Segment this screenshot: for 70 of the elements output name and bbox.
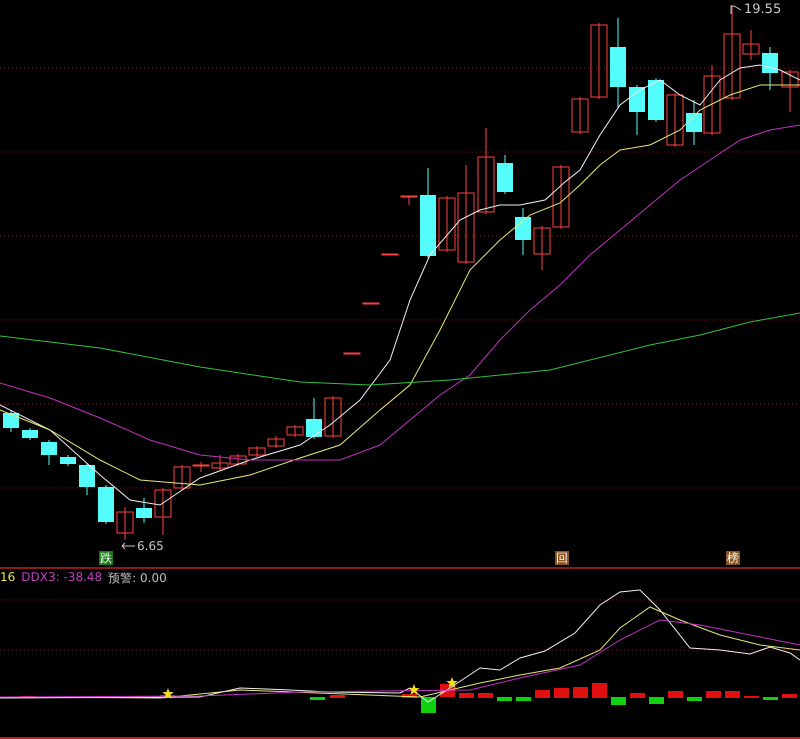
star-icon (408, 684, 420, 695)
candlestick (212, 454, 228, 470)
indicator-bar (402, 694, 417, 698)
candlestick (382, 254, 398, 256)
candlestick (79, 462, 95, 496)
candlestick (230, 454, 246, 466)
signal-marker: 跌 (99, 551, 113, 565)
candlestick (534, 226, 550, 270)
indicator-bar (459, 693, 474, 698)
indicator-bar (478, 693, 493, 698)
indicator-bar (630, 693, 645, 698)
candlestick (497, 154, 513, 194)
candlestick (782, 70, 798, 112)
indicator-bar (782, 694, 797, 698)
candlestick (248, 446, 266, 458)
indicator-readout: 16 (0, 570, 16, 586)
candlestick (136, 498, 152, 524)
indicator-bar (497, 697, 512, 701)
indicator-bar (330, 695, 345, 698)
indicator-readout: DDX3: -38.48 (21, 570, 102, 586)
candlestick (648, 78, 664, 122)
indicator-bar (668, 691, 683, 698)
indicator-bar (706, 691, 721, 698)
signal-marker: 榜 (726, 551, 740, 565)
indicator-readout: 预警: 0.00 (108, 570, 167, 587)
candlestick (324, 396, 342, 438)
indicator-bar (725, 691, 740, 698)
candlestick (400, 196, 418, 206)
candlestick (116, 506, 134, 540)
left-arrow-icon (121, 542, 135, 550)
indicator-bar (687, 697, 702, 701)
candlestick (704, 64, 720, 136)
candlestick (192, 462, 210, 472)
candlestick (362, 302, 380, 304)
indicator-bar (310, 697, 325, 700)
indicator-bar (573, 687, 588, 698)
candlestick (344, 352, 360, 354)
indicator-bar (554, 688, 569, 698)
candlestick (98, 484, 114, 524)
candlestick (268, 436, 284, 448)
candlestick (22, 428, 38, 440)
candlestick (438, 196, 456, 252)
candlestick (41, 440, 57, 466)
low-price-label: 6.65 (137, 539, 164, 553)
candlestick (572, 96, 588, 134)
indicator-bar (611, 697, 626, 705)
indicator-bar (744, 696, 759, 698)
high-price-label: 19.55 (744, 2, 782, 17)
candlestick (515, 208, 531, 256)
indicator-bar (649, 697, 664, 704)
candlestick (286, 424, 304, 438)
indicator-bar (592, 683, 607, 698)
candlestick (629, 84, 645, 136)
candlestick (174, 464, 190, 490)
indicator-bar (535, 690, 550, 698)
candlestick (686, 100, 702, 146)
candlestick (552, 164, 570, 230)
candlestick (666, 92, 684, 148)
star-icon (162, 688, 174, 699)
star-icon (446, 677, 458, 688)
candlestick (742, 30, 760, 60)
indicator-bar (516, 697, 531, 701)
candlestick (306, 398, 322, 440)
indicator-bar (763, 697, 778, 700)
candlestick (762, 46, 778, 90)
candlestick (60, 454, 76, 466)
signal-marker: 回 (555, 551, 569, 565)
candlestick (3, 410, 19, 432)
indicator-bar (421, 697, 436, 713)
candlestick (154, 488, 172, 536)
